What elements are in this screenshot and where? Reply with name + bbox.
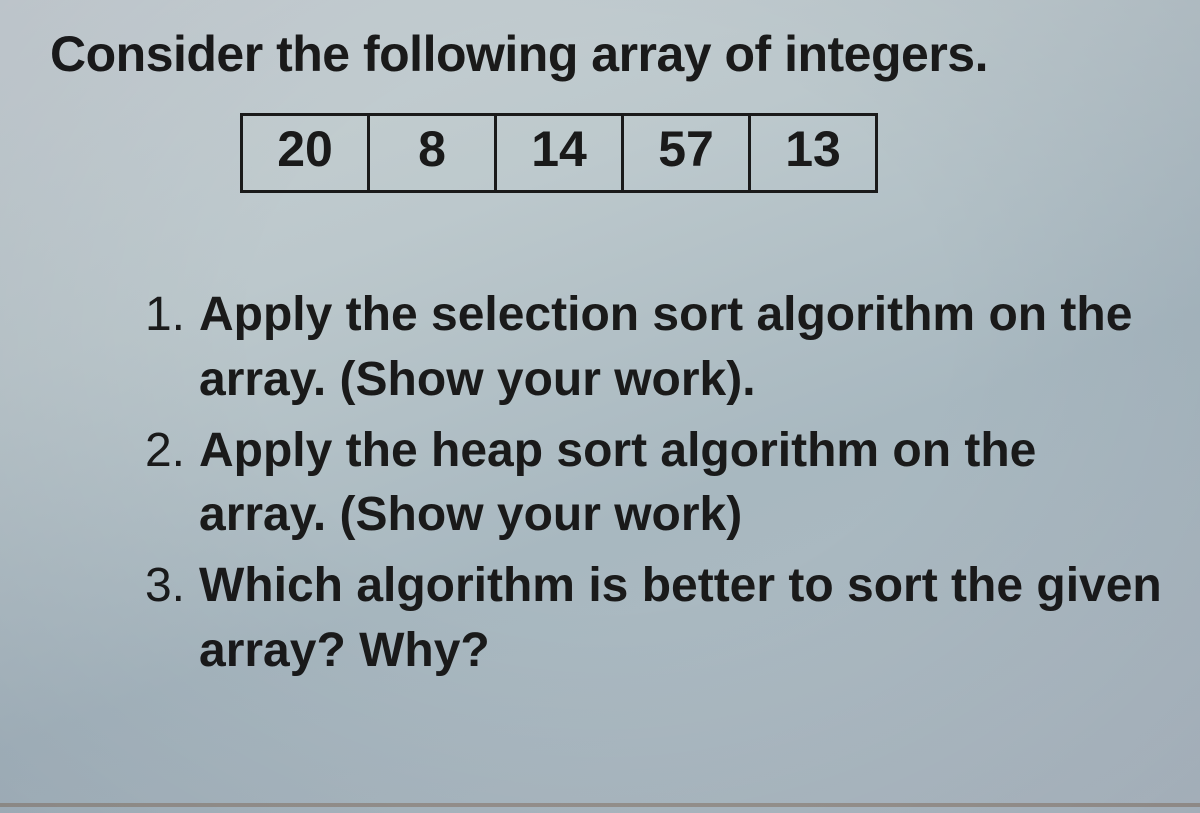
array-cell: 20: [240, 113, 370, 193]
bottom-divider: [0, 803, 1200, 807]
question-text: Which algorithm is better to sort the gi…: [199, 554, 1170, 684]
question-list: 1. Apply the selection sort algorithm on…: [125, 283, 1170, 684]
array-cell: 14: [494, 113, 624, 193]
problem-title: Consider the following array of integers…: [50, 25, 1170, 83]
question-number: 3.: [125, 554, 199, 684]
integer-array: 20 8 14 57 13: [240, 113, 1170, 193]
question-item: 2. Apply the heap sort algorithm on the …: [125, 419, 1170, 549]
question-item: 1. Apply the selection sort algorithm on…: [125, 283, 1170, 413]
question-number: 2.: [125, 419, 199, 549]
question-text: Apply the selection sort algorithm on th…: [199, 283, 1170, 413]
question-number: 1.: [125, 283, 199, 413]
array-cell: 8: [367, 113, 497, 193]
array-cell: 57: [621, 113, 751, 193]
question-item: 3. Which algorithm is better to sort the…: [125, 554, 1170, 684]
question-text: Apply the heap sort algorithm on the arr…: [199, 419, 1170, 549]
array-cell: 13: [748, 113, 878, 193]
